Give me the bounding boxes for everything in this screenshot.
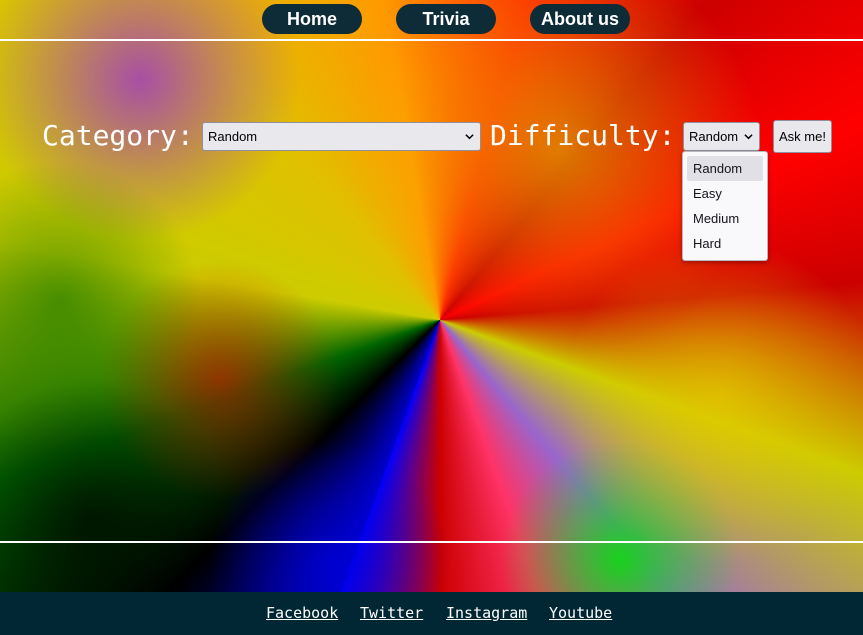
difficulty-option-random[interactable]: Random xyxy=(687,156,763,181)
difficulty-select-value: Random xyxy=(689,129,739,144)
nav-home-button[interactable]: Home xyxy=(262,4,362,34)
chevron-down-icon xyxy=(465,134,474,140)
footer-link-facebook[interactable]: Facebook xyxy=(266,604,338,622)
nav-trivia-button[interactable]: Trivia xyxy=(396,4,496,34)
nav-about-button[interactable]: About us xyxy=(530,4,630,34)
category-select-value: Random xyxy=(208,129,258,144)
ask-me-button[interactable]: Ask me! xyxy=(773,120,832,153)
difficulty-option-hard[interactable]: Hard xyxy=(687,231,763,256)
difficulty-option-easy[interactable]: Easy xyxy=(687,181,763,206)
footer-link-instagram[interactable]: Instagram xyxy=(446,604,527,622)
background-image xyxy=(0,0,863,635)
category-label: Category: xyxy=(42,119,194,152)
difficulty-label: Difficulty: xyxy=(490,119,676,152)
category-select[interactable]: Random xyxy=(202,122,481,151)
difficulty-option-medium[interactable]: Medium xyxy=(687,206,763,231)
footer-link-youtube[interactable]: Youtube xyxy=(549,604,612,622)
footer: Facebook Twitter Instagram Youtube xyxy=(0,592,863,635)
difficulty-select[interactable]: Random xyxy=(683,122,760,151)
chevron-down-icon xyxy=(744,134,753,140)
difficulty-dropdown-list: Random Easy Medium Hard xyxy=(682,151,768,261)
footer-link-twitter[interactable]: Twitter xyxy=(360,604,423,622)
bottom-divider xyxy=(0,541,863,543)
top-navigation: Home Trivia About us xyxy=(0,0,863,41)
